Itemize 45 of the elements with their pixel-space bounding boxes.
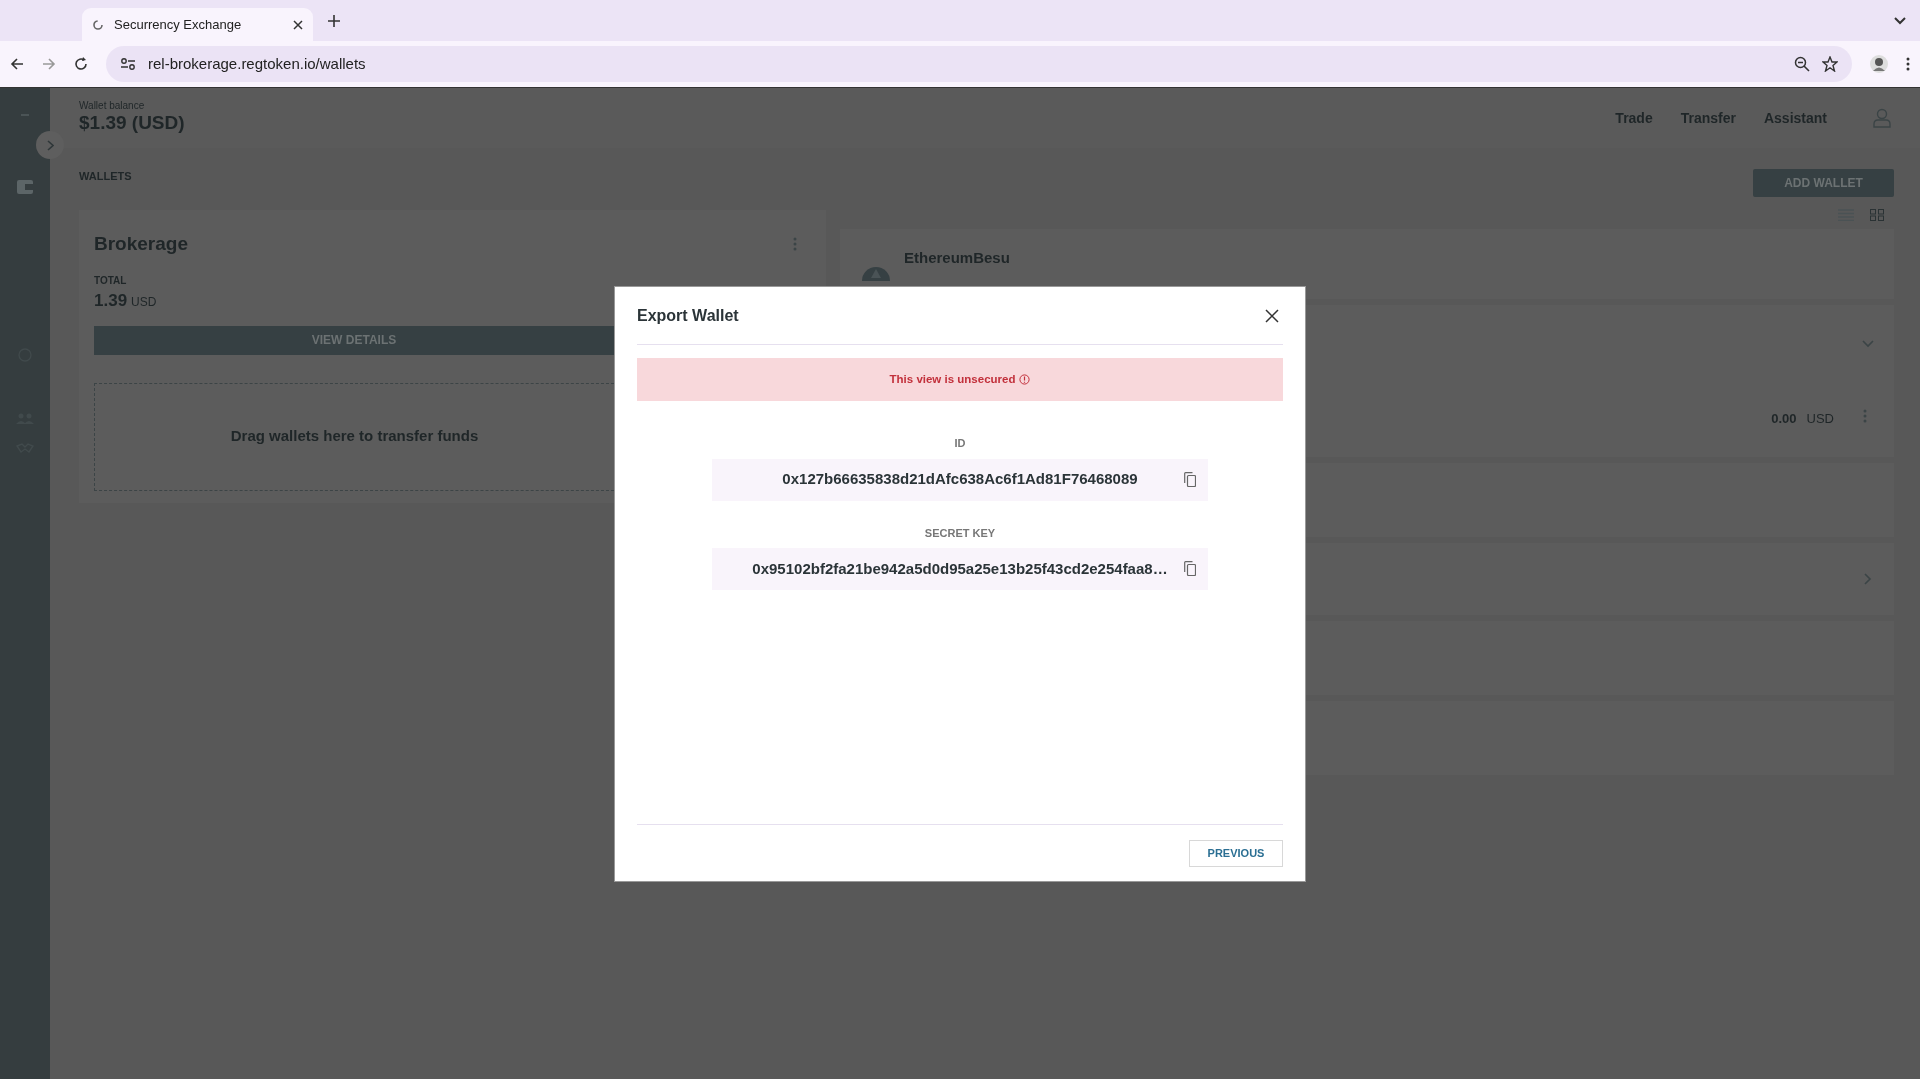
network-icon (862, 265, 890, 281)
field-label: ID (953, 436, 967, 451)
close-icon (1265, 308, 1279, 323)
nav-link[interactable]: Assistant (1763, 107, 1827, 129)
row-currency: USD (1806, 410, 1834, 428)
chevron-down-icon[interactable] (1894, 17, 1906, 25)
warning-text: This view is unsecured (889, 371, 1016, 387)
total-label: TOTAL (94, 274, 128, 288)
forward-icon[interactable] (42, 57, 56, 71)
new-tab-icon[interactable] (328, 15, 340, 27)
url-text: rel-brokerage.regtoken.io/wallets (148, 53, 367, 74)
network-name: EthereumBesu (904, 248, 1010, 268)
star-icon[interactable] (1822, 56, 1838, 72)
total-amount: 1.39 (94, 290, 128, 312)
balance-label: Wallet balance (79, 100, 146, 112)
browser-tab[interactable]: Securrency Exchange (82, 8, 313, 41)
row-amount: 0.00 (1771, 410, 1797, 428)
chevron-right-icon (46, 139, 54, 151)
site-settings-icon[interactable] (120, 57, 136, 71)
drop-hint: Drag wallets here to transfer funds (230, 426, 479, 447)
field-value: 0x95102bf2fa21be942a5d0d95a25e13b25f43cd2e254faa8… (752, 558, 1168, 579)
reload-icon[interactable] (74, 57, 88, 71)
close-icon[interactable] (293, 19, 303, 30)
wallet-name: Brokerage (94, 231, 188, 256)
address-bar[interactable]: rel-brokerage.regtoken.io/wallets (106, 46, 1852, 82)
nav-link[interactable]: Transfer (1680, 107, 1736, 129)
loading-icon (92, 18, 104, 31)
balance-amount: $1.39 (USD) (79, 111, 185, 136)
previous-button[interactable]: PREVIOUS (1189, 840, 1283, 867)
menu-icon[interactable] (1906, 57, 1910, 71)
copy-icon (1184, 561, 1196, 576)
zoom-out-icon[interactable] (1794, 56, 1810, 72)
dialog-title: Export Wallet (637, 305, 739, 326)
copy-icon (1184, 471, 1196, 487)
field-label: SECRET KEY (923, 525, 997, 541)
copy-button[interactable] (1184, 561, 1196, 576)
copy-button[interactable] (1184, 471, 1196, 487)
tab-title: Securrency Exchange (114, 15, 243, 34)
field-value: 0x127b66635838d21dAfc638Ac6f1Ad81F76468089 (782, 469, 1138, 490)
section-title: WALLETS (79, 169, 133, 184)
nav-link[interactable]: Trade (1615, 107, 1653, 129)
profile-avatar-icon[interactable] (1870, 55, 1888, 73)
currency-label: USD (131, 294, 157, 311)
info-icon (1019, 374, 1031, 385)
back-icon[interactable] (10, 57, 24, 71)
